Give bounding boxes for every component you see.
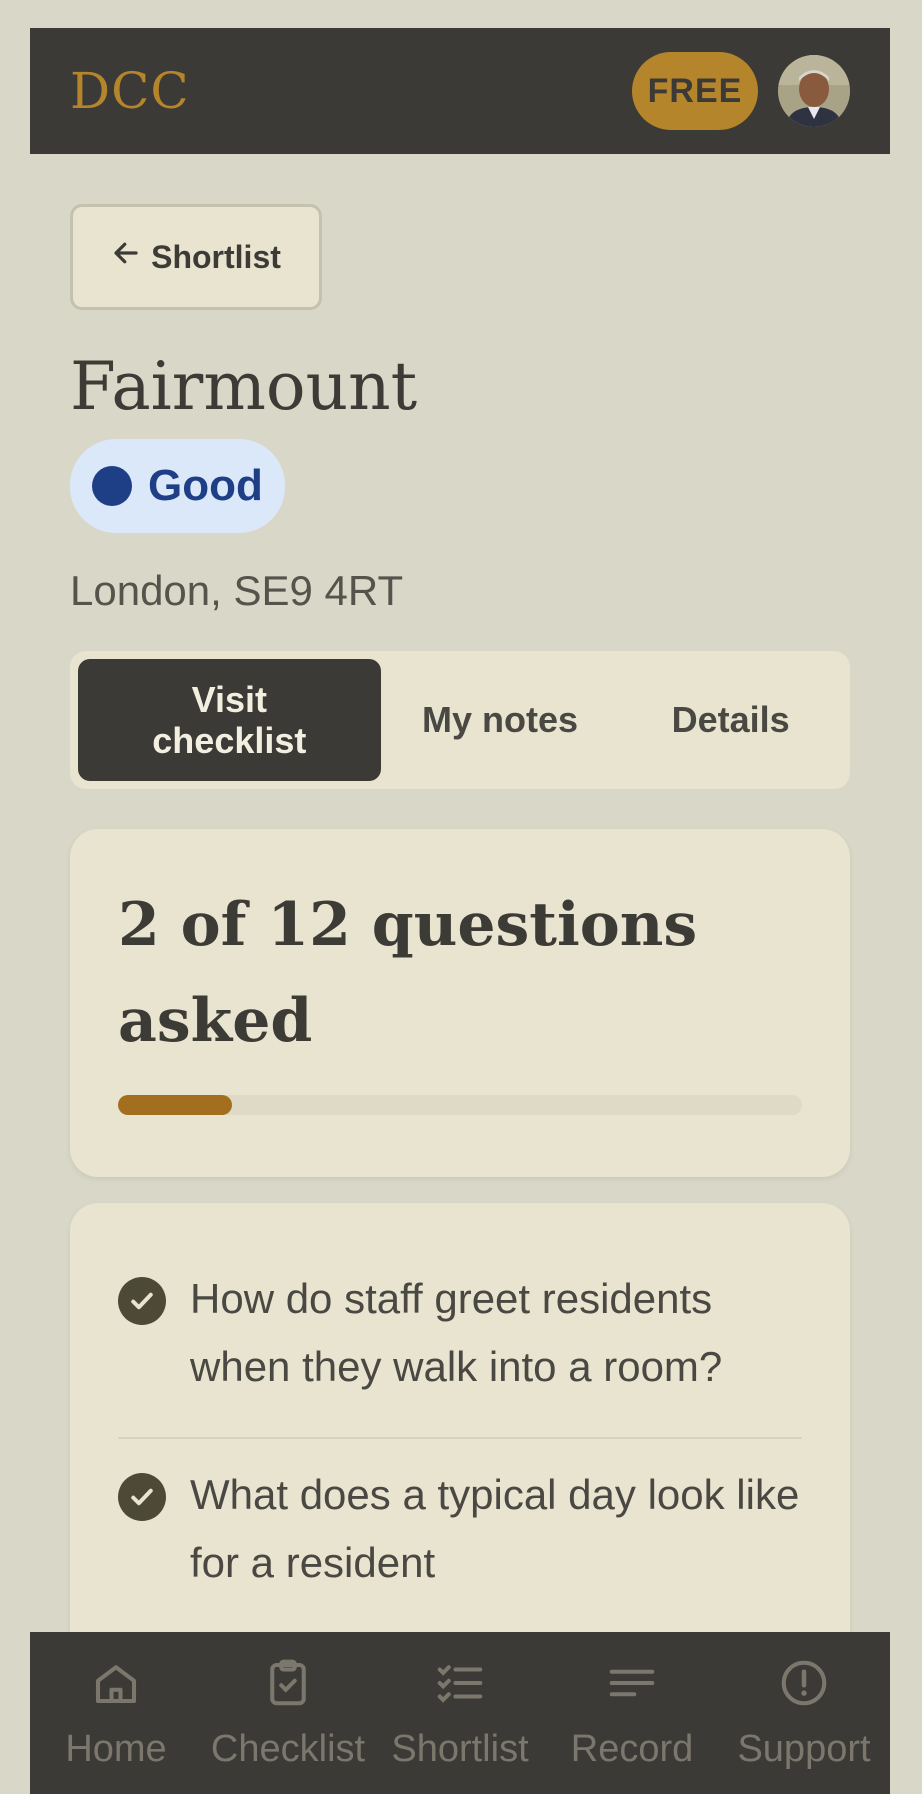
check-icon[interactable] <box>118 1473 166 1521</box>
nav-record[interactable]: Record <box>546 1656 718 1771</box>
page-title: Fairmount <box>70 348 418 425</box>
tab-bar: Visit checklist My notes Details <box>70 651 850 789</box>
rating-dot-icon <box>92 466 132 506</box>
list-check-icon <box>433 1656 487 1720</box>
question-text: How do staff greet residents when they w… <box>190 1275 723 1390</box>
progress-title: 2 of 12 questions asked <box>118 890 698 1056</box>
back-button-label: Shortlist <box>151 238 281 275</box>
tab-details[interactable]: Details <box>619 659 842 781</box>
progress-fill <box>118 1095 232 1115</box>
nav-shortlist[interactable]: Shortlist <box>374 1656 546 1771</box>
progress-card: 2 of 12 questions asked <box>70 829 850 1177</box>
progress-bar <box>118 1095 802 1115</box>
lines-icon <box>605 1656 659 1720</box>
nav-home-label: Home <box>65 1727 167 1770</box>
logo[interactable]: DCC <box>70 62 190 120</box>
clipboard-check-icon <box>261 1656 315 1720</box>
question-list: How do staff greet residents when they w… <box>70 1203 850 1703</box>
rating-badge: Good <box>70 439 285 533</box>
alert-circle-icon <box>777 1656 831 1720</box>
tab-visit-checklist[interactable]: Visit checklist <box>78 659 381 781</box>
back-to-shortlist-button[interactable]: Shortlist <box>70 204 322 310</box>
home-address: London, SE9 4RT <box>70 567 404 614</box>
main-content: Shortlist Fairmount Good London, SE9 4RT… <box>30 154 890 1703</box>
rating-label: Good <box>148 461 263 510</box>
home-icon <box>89 1656 143 1720</box>
top-bar-right: FREE <box>632 52 850 130</box>
nav-shortlist-label: Shortlist <box>391 1727 529 1770</box>
question-text: What does a typical day look like for a … <box>190 1471 800 1586</box>
nav-checklist[interactable]: Checklist <box>202 1656 374 1771</box>
check-icon[interactable] <box>118 1277 166 1325</box>
avatar[interactable] <box>778 55 850 127</box>
bottom-nav: Home Checklist Shortlist Record Support <box>30 1632 890 1794</box>
list-item[interactable]: What does a typical day look like for a … <box>118 1437 802 1633</box>
nav-home[interactable]: Home <box>30 1656 202 1771</box>
list-item[interactable]: How do staff greet residents when they w… <box>118 1273 802 1437</box>
tab-my-notes[interactable]: My notes <box>389 659 612 781</box>
nav-checklist-label: Checklist <box>210 1727 366 1770</box>
top-bar: DCC FREE <box>30 28 890 154</box>
nav-record-label: Record <box>570 1727 694 1770</box>
nav-support[interactable]: Support <box>718 1656 890 1771</box>
nav-support-label: Support <box>737 1727 871 1770</box>
app-screen: DCC FREE Shortlist Fairmount Good London… <box>30 28 890 1794</box>
arrow-left-icon <box>111 238 141 276</box>
plan-badge[interactable]: FREE <box>632 52 758 130</box>
